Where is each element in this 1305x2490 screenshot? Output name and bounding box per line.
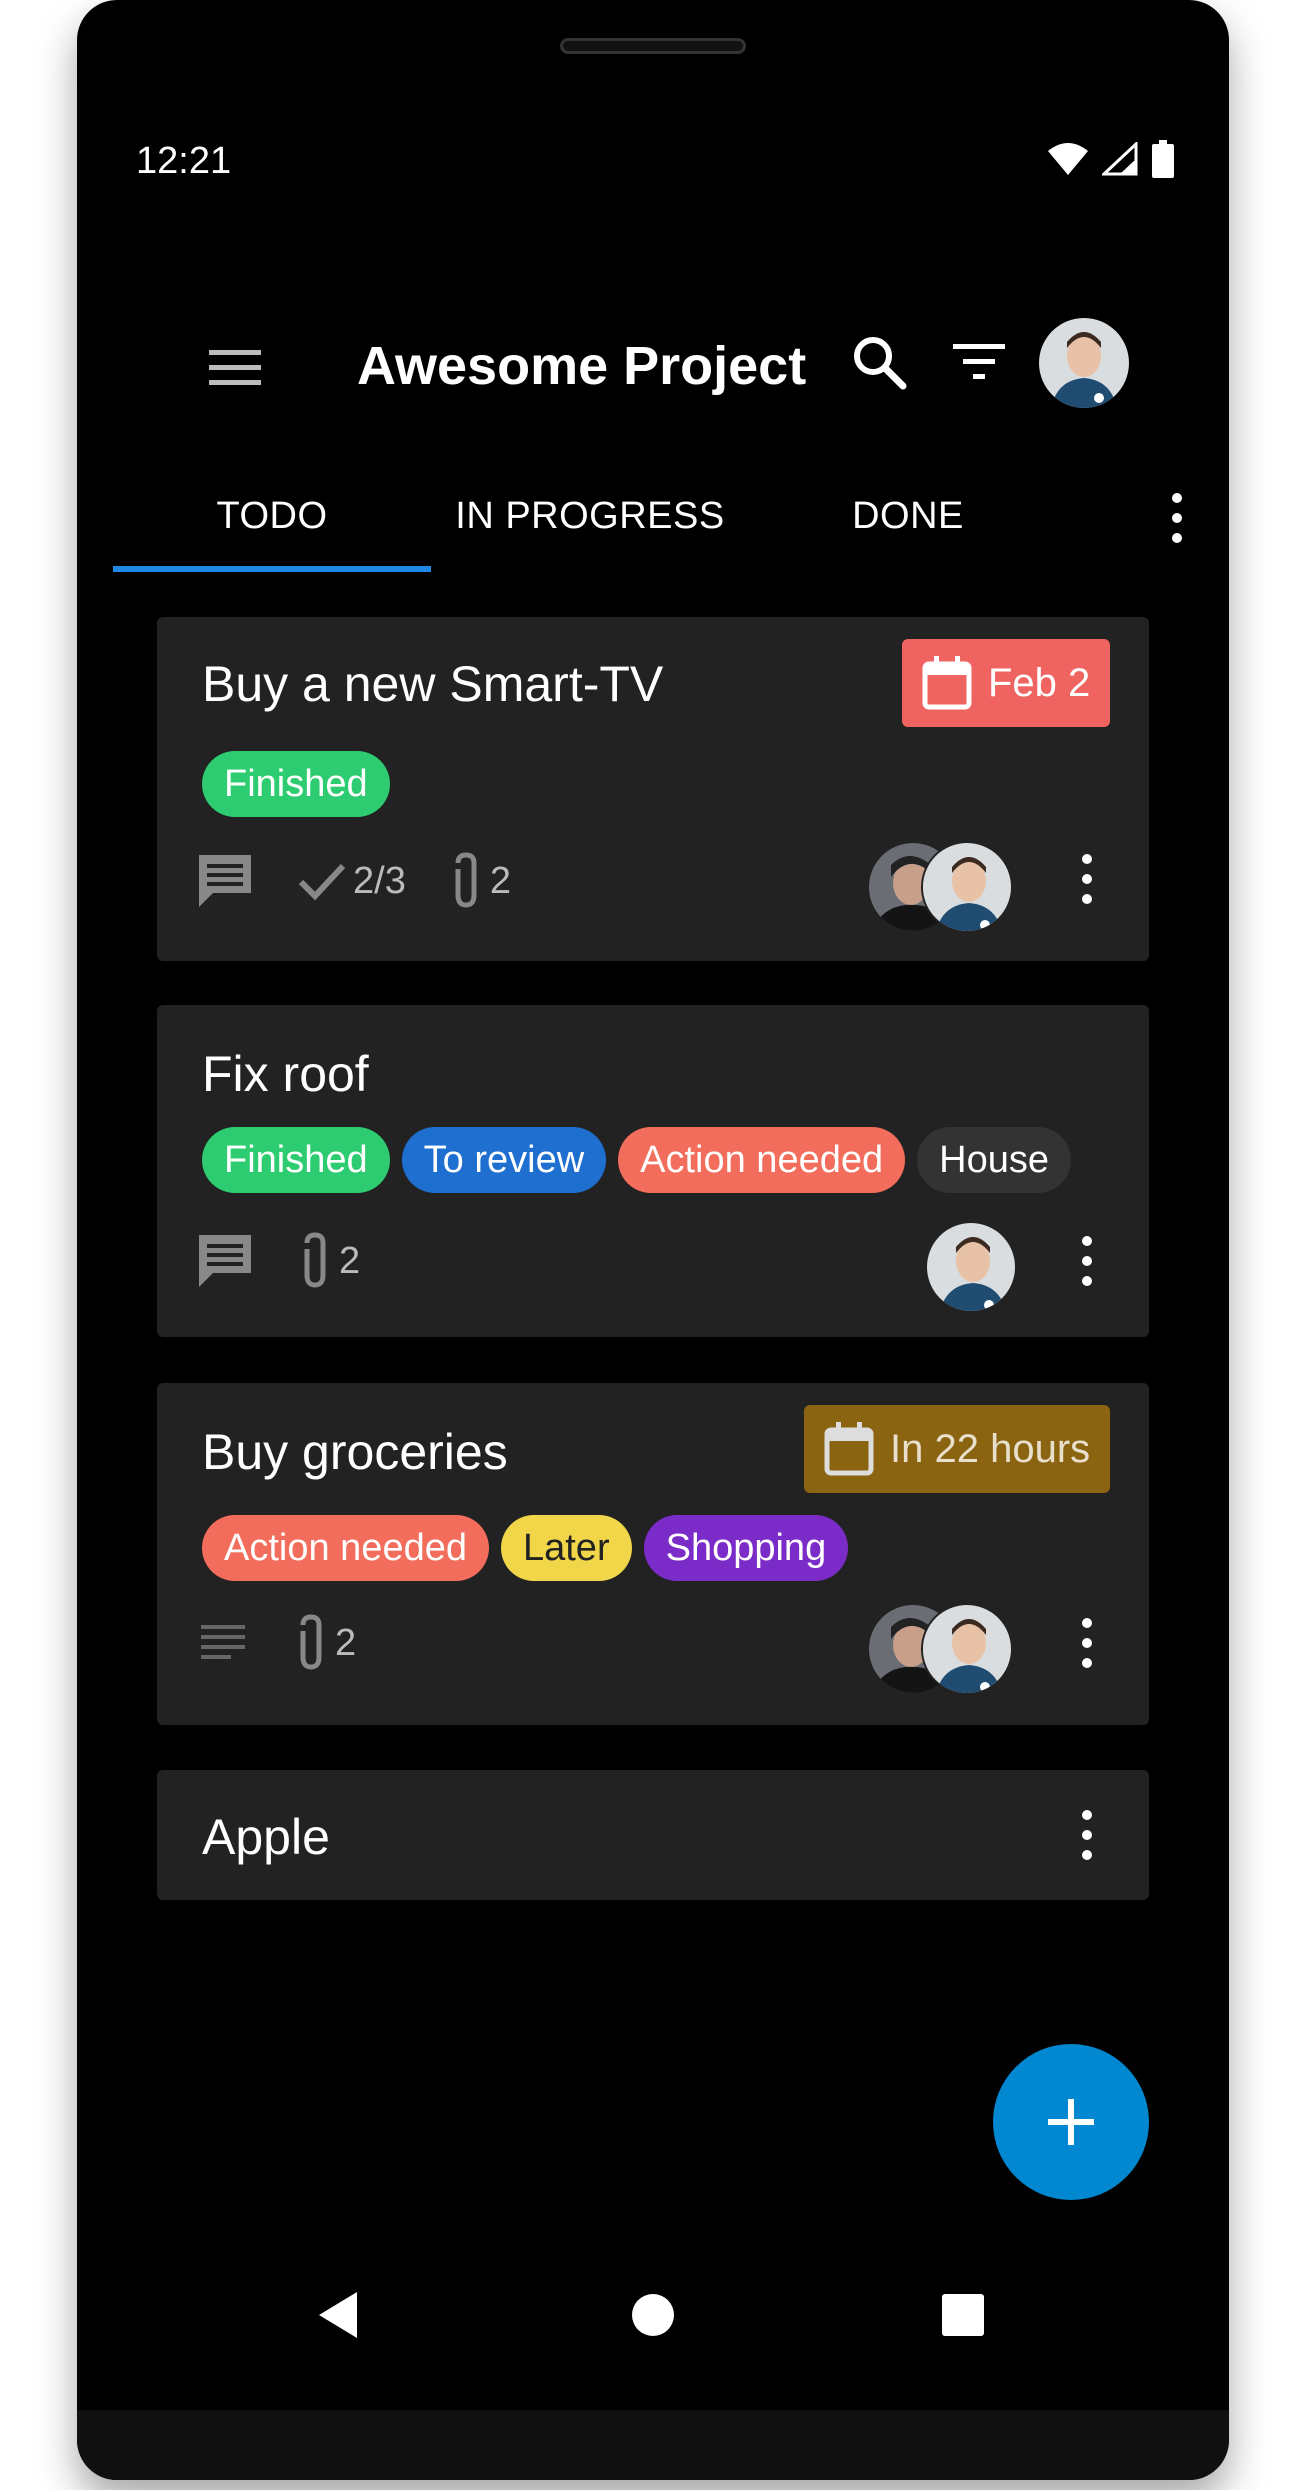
comment-icon	[199, 855, 251, 907]
comments-indicator	[195, 851, 255, 911]
speaker-grille	[560, 38, 746, 54]
attachments-indicator: 2	[446, 851, 511, 911]
more-vert-icon[interactable]	[1072, 1613, 1102, 1673]
due-date-badge[interactable]: Feb 2	[902, 639, 1111, 727]
label-list: Action needed Later Shopping	[202, 1515, 849, 1581]
nav-recents-icon[interactable]	[928, 2280, 998, 2350]
nav-back-icon[interactable]	[307, 2280, 377, 2350]
attachment-count: 2	[335, 1621, 357, 1664]
status-icons	[1048, 140, 1174, 178]
more-vert-icon[interactable]	[1072, 1805, 1102, 1865]
task-title: Apple	[202, 1809, 330, 1865]
checklist-indicator: 2/3	[295, 854, 406, 908]
battery-icon	[1152, 140, 1174, 178]
avatar[interactable]	[1039, 318, 1129, 408]
label-chip[interactable]: To review	[401, 1127, 607, 1193]
assignees	[867, 1603, 1013, 1695]
filter-icon[interactable]	[947, 330, 1011, 394]
label-chip[interactable]: Action needed	[202, 1515, 489, 1581]
assignees	[925, 1221, 1017, 1313]
wifi-icon	[1048, 143, 1088, 175]
search-icon[interactable]	[847, 330, 911, 394]
task-card[interactable]: Buy groceries In 22 hours Action needed …	[157, 1383, 1149, 1725]
menu-icon[interactable]	[207, 340, 263, 396]
attachment-count: 2	[339, 1239, 361, 1282]
avatar[interactable]	[925, 1221, 1017, 1313]
assignees	[867, 841, 1013, 933]
label-chip[interactable]: Shopping	[643, 1515, 849, 1581]
task-meta: 2	[195, 1231, 400, 1291]
task-meta: 2	[195, 1613, 396, 1673]
phone-frame: 12:21 Awesome Project TODO IN PROGRESS D…	[77, 0, 1229, 2480]
paperclip-icon	[304, 1232, 326, 1288]
page-title: Awesome Project	[357, 336, 807, 396]
avatar[interactable]	[921, 841, 1013, 933]
more-vert-icon[interactable]	[1072, 1231, 1102, 1291]
avatar[interactable]	[921, 1603, 1013, 1695]
add-icon	[1048, 2099, 1094, 2145]
tab-done[interactable]: DONE	[749, 460, 1067, 572]
more-vert-icon[interactable]	[1159, 490, 1195, 546]
due-date-label: Feb 2	[988, 660, 1091, 705]
attachments-indicator: 2	[291, 1613, 356, 1673]
task-title: Buy groceries	[202, 1424, 508, 1480]
checklist-count: 2/3	[353, 859, 406, 902]
comment-icon	[199, 1235, 251, 1287]
calendar-icon	[824, 1422, 874, 1476]
attachments-indicator: 2	[295, 1231, 360, 1291]
task-card[interactable]: Buy a new Smart-TV Feb 2 Finished 2/3 2	[157, 617, 1149, 961]
tab-indicator	[113, 566, 431, 572]
task-title: Fix roof	[202, 1046, 369, 1102]
notes-icon	[201, 1625, 245, 1659]
check-icon	[298, 863, 346, 901]
tab-bar: TODO IN PROGRESS DONE	[113, 460, 1193, 572]
comments-indicator	[195, 1231, 255, 1291]
app-bar: Awesome Project	[77, 300, 1229, 430]
tab-in-progress[interactable]: IN PROGRESS	[431, 460, 749, 572]
due-date-label: In 22 hours	[890, 1426, 1091, 1471]
status-time: 12:21	[136, 140, 232, 182]
task-title: Buy a new Smart-TV	[202, 656, 664, 712]
signal-icon	[1102, 142, 1138, 176]
add-task-button[interactable]	[993, 2044, 1149, 2200]
more-vert-icon[interactable]	[1072, 849, 1102, 909]
label-chip[interactable]: Finished	[202, 1127, 390, 1193]
label-list: Finished To review Action needed House	[202, 1127, 1071, 1193]
phone-chin	[77, 2410, 1229, 2480]
nav-home-icon[interactable]	[618, 2280, 688, 2350]
paperclip-icon	[455, 852, 477, 908]
label-chip[interactable]: Later	[500, 1515, 632, 1581]
system-nav-bar	[77, 2265, 1229, 2365]
label-chip[interactable]: Finished	[202, 751, 390, 817]
paperclip-icon	[300, 1614, 322, 1670]
due-date-badge[interactable]: In 22 hours	[804, 1405, 1111, 1493]
task-meta: 2/3 2	[195, 851, 551, 911]
tab-todo[interactable]: TODO	[113, 460, 431, 572]
attachment-count: 2	[489, 859, 511, 902]
task-card[interactable]: Fix roof Finished To review Action neede…	[157, 1005, 1149, 1337]
task-card[interactable]: Apple	[157, 1770, 1149, 1900]
label-list: Finished	[202, 751, 390, 817]
calendar-icon	[922, 656, 972, 710]
label-chip[interactable]: House	[917, 1127, 1071, 1193]
label-chip[interactable]: Action needed	[618, 1127, 906, 1193]
description-indicator	[195, 1615, 251, 1671]
